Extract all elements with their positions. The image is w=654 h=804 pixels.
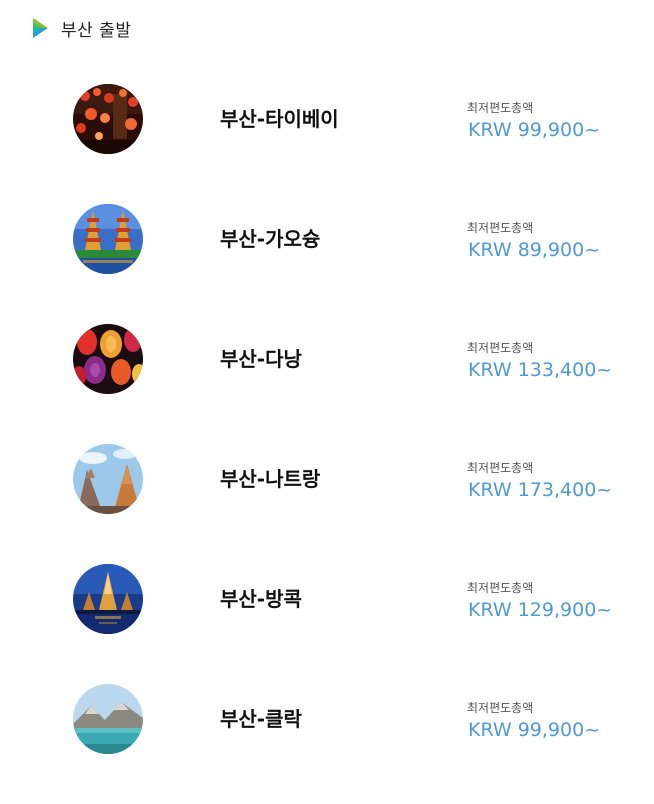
cham-towers-photo — [73, 444, 143, 514]
fare-price: KRW 99,900~ — [468, 119, 601, 141]
fare-price: KRW 99,900~ — [468, 719, 601, 741]
route-item-taipei[interactable]: 부산-타이베이 최저편도총액 KRW 99,900~ — [0, 84, 654, 204]
fare-price: KRW 133,400~ — [468, 359, 613, 381]
route-name[interactable]: 부산-나트랑 — [220, 464, 320, 494]
fare-label: 최저편도총액 — [467, 461, 534, 475]
silk-lanterns-photo — [73, 324, 143, 394]
temple-night-photo — [73, 564, 143, 634]
fare-label: 최저편도총액 — [467, 101, 534, 115]
route-thumbnail[interactable] — [73, 204, 143, 274]
route-thumbnail[interactable] — [73, 324, 143, 394]
route-name[interactable]: 부산-타이베이 — [220, 104, 339, 134]
route-thumbnail[interactable] — [73, 684, 143, 754]
route-item-danang[interactable]: 부산-다낭 최저편도총액 KRW 133,400~ — [0, 324, 654, 444]
fare-price: KRW 173,400~ — [468, 479, 613, 501]
fare-label: 최저편도총액 — [467, 341, 534, 355]
lanterns-street-photo — [73, 84, 143, 154]
route-list: 부산-타이베이 최저편도총액 KRW 99,900~ 부산-가오슝 최저편도총액… — [0, 84, 654, 804]
section-header: 부산 출발 — [31, 16, 132, 41]
route-item-bangkok[interactable]: 부산-방콕 최저편도총액 KRW 129,900~ — [0, 564, 654, 684]
route-name[interactable]: 부산-다낭 — [220, 344, 302, 374]
route-item-clark[interactable]: 부산-클락 최저편도총액 KRW 99,900~ — [0, 684, 654, 804]
fare-label: 최저편도총액 — [467, 581, 534, 595]
fare-price: KRW 89,900~ — [468, 239, 601, 261]
route-name[interactable]: 부산-클락 — [220, 704, 302, 734]
route-name[interactable]: 부산-방콕 — [220, 584, 302, 614]
fare-label: 최저편도총액 — [467, 701, 534, 715]
route-item-nhatrang[interactable]: 부산-나트랑 최저편도총액 KRW 173,400~ — [0, 444, 654, 564]
route-thumbnail[interactable] — [73, 444, 143, 514]
fare-label: 최저편도총액 — [467, 221, 534, 235]
crater-lake-photo — [73, 684, 143, 754]
route-thumbnail[interactable] — [73, 564, 143, 634]
pagoda-towers-photo — [73, 204, 143, 274]
route-name[interactable]: 부산-가오슝 — [220, 224, 320, 254]
play-arrow-logo-icon — [31, 16, 49, 40]
route-thumbnail[interactable] — [73, 84, 143, 154]
route-item-kaohsiung[interactable]: 부산-가오슝 최저편도총액 KRW 89,900~ — [0, 204, 654, 324]
fare-price: KRW 129,900~ — [468, 599, 613, 621]
section-title: 부산 출발 — [61, 20, 132, 41]
